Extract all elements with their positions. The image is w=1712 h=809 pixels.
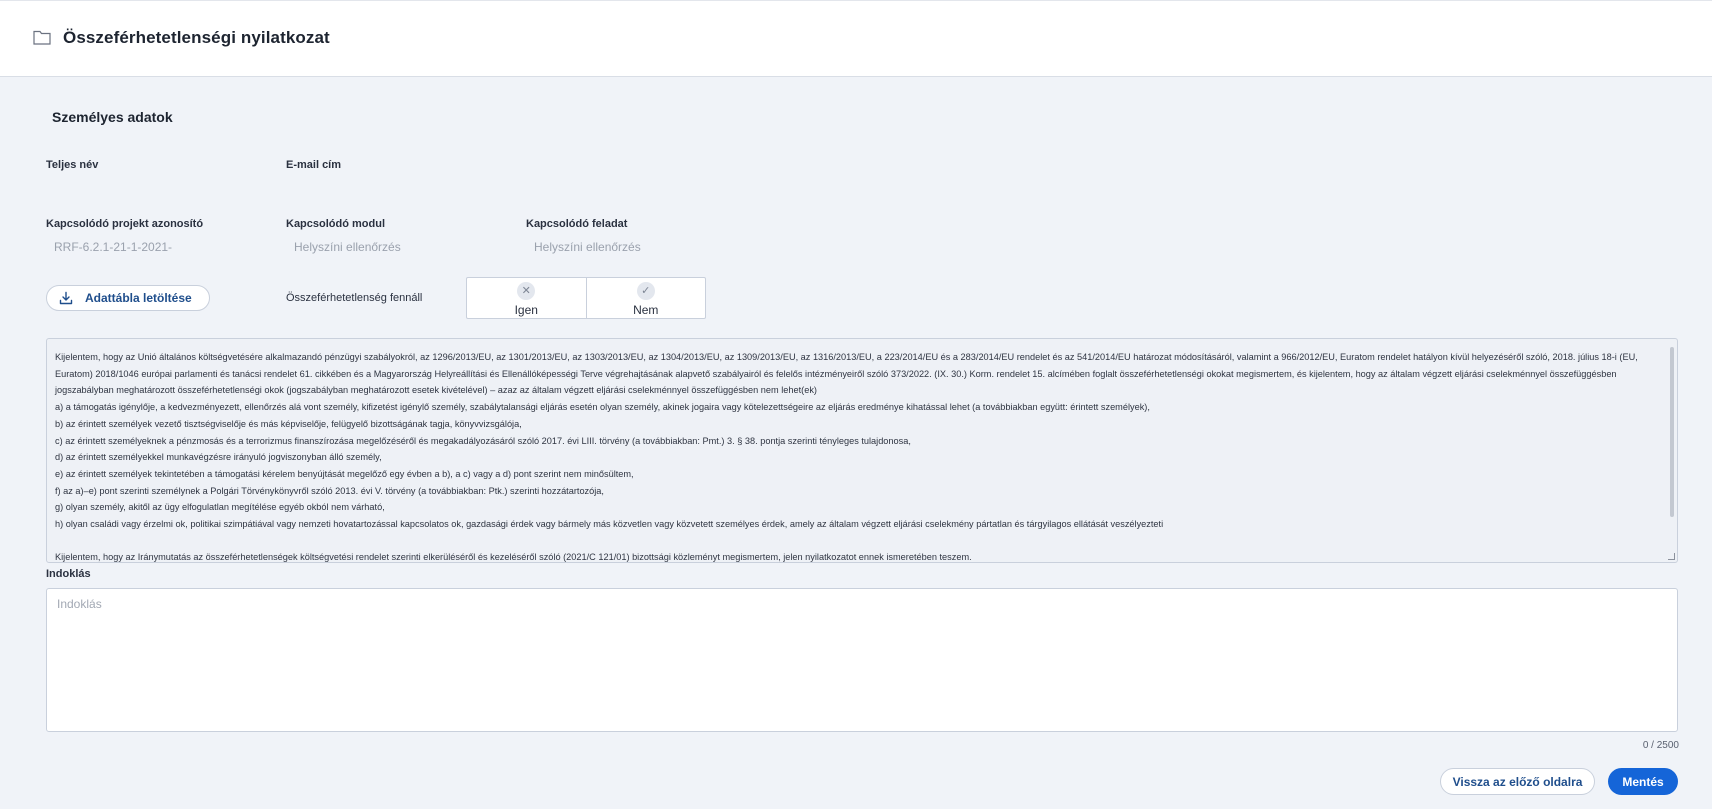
conflict-option-yes[interactable]: ✕ Igen — [467, 278, 586, 318]
module-label: Kapcsolódó modul — [286, 218, 385, 230]
conflict-option-no-label: Nem — [633, 303, 659, 317]
check-icon: ✓ — [636, 282, 655, 300]
declaration-item-e: e) az érintett személyek tekintetében a … — [55, 468, 634, 479]
folder-icon — [33, 30, 51, 45]
save-button[interactable]: Mentés — [1608, 768, 1678, 795]
task-value: Helyszíni ellenőrzés — [534, 240, 641, 254]
declaration-item-h: h) olyan családi vagy érzelmi ok, politi… — [55, 519, 1164, 530]
download-table-button[interactable]: Adattábla letöltése — [46, 285, 210, 311]
project-id-value: RRF-6.2.1-21-1-2021- — [54, 240, 173, 254]
email-label: E-mail cím — [286, 159, 342, 171]
declaration-item-b: b) az érintett személyek vezető tisztség… — [55, 418, 522, 429]
declaration-item-g: g) olyan személy, akitől az ügy elfogula… — [55, 502, 385, 513]
conflict-label: Összeférhetetlenség fennáll — [286, 292, 423, 304]
download-icon — [59, 291, 73, 305]
back-button[interactable]: Vissza az előző oldalra — [1440, 768, 1595, 795]
conflict-option-yes-label: Igen — [514, 303, 538, 317]
full-name-label: Teljes név — [46, 159, 99, 171]
module-value: Helyszíni ellenőrzés — [294, 240, 401, 254]
section-title-personal: Személyes adatok — [52, 109, 173, 125]
project-id-label: Kapcsolódó projekt azonosító — [46, 218, 204, 230]
declaration-spacer — [55, 533, 1653, 550]
declaration-text-area[interactable]: Kijelentem, hogy az Unió általános költs… — [46, 338, 1678, 563]
conflict-option-no[interactable]: ✓ Nem — [585, 278, 706, 318]
character-counter: 0 / 2500 — [1642, 740, 1679, 751]
declaration-item-f: f) az a)–e) pont szerinti személynek a P… — [55, 485, 604, 496]
top-bar: Összeférhetetlenségi nyilatkozat — [0, 0, 1712, 77]
task-label: Kapcsolódó feladat — [526, 218, 628, 230]
resize-grip-icon[interactable] — [1668, 553, 1675, 560]
declaration-paragraph: Kijelentem, hogy az Unió általános költs… — [55, 352, 1638, 396]
close-icon: ✕ — [517, 282, 536, 300]
declaration-closing: Kijelentem, hogy az Iránymutatás az össz… — [55, 552, 972, 563]
declaration-item-d: d) az érintett személyekkel munkavégzésr… — [55, 452, 382, 463]
declaration-item-a: a) a támogatás igénylője, a kedvezményez… — [55, 402, 1150, 413]
download-table-label: Adattábla letöltése — [85, 291, 192, 305]
reason-input[interactable] — [46, 588, 1678, 732]
reason-label: Indoklás — [46, 568, 91, 580]
declaration-scrollbar[interactable] — [1670, 347, 1674, 517]
declaration-item-c: c) az érintett személyeknek a pénzmosás … — [55, 435, 911, 446]
page-title: Összeférhetetlenségi nyilatkozat — [63, 28, 330, 47]
conflict-toggle: ✕ Igen ✓ Nem — [466, 277, 706, 319]
